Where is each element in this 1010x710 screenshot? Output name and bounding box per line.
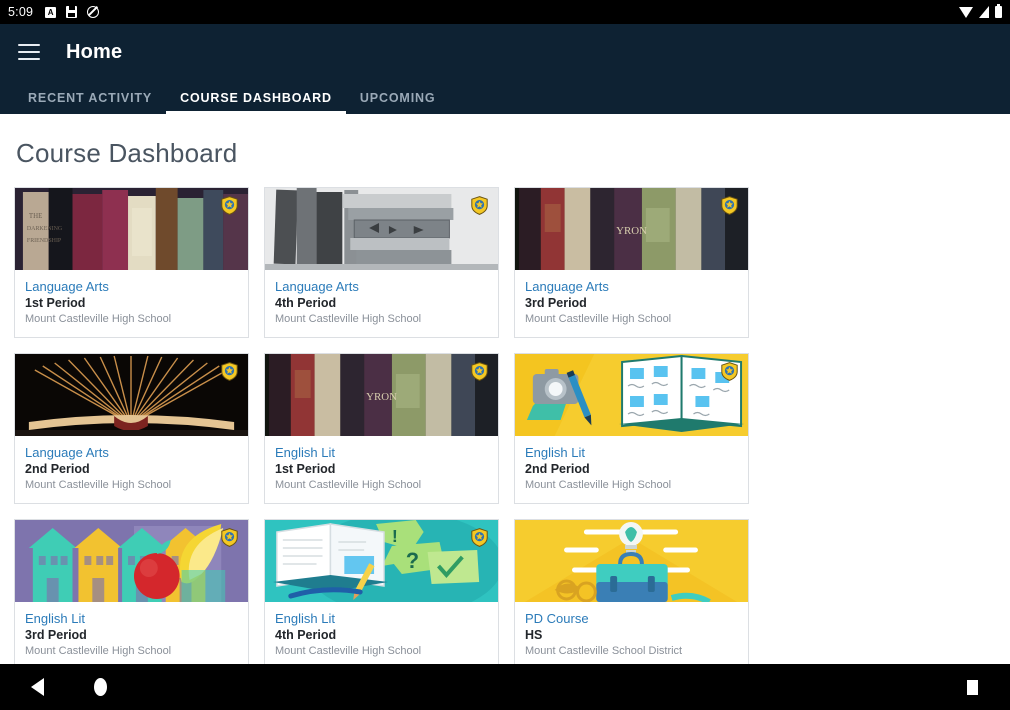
course-card-body: Language Arts 4th Period Mount Castleville… (265, 270, 498, 337)
shield-star-badge-icon (221, 528, 238, 547)
svg-text:!: ! (392, 526, 398, 546)
course-card-school: Mount Castleville High School (525, 479, 672, 491)
course-card-body: Language Arts 1st Period Mount Castleville… (15, 270, 248, 337)
app-notification-icon: A (45, 6, 57, 18)
wifi-icon (959, 6, 973, 18)
course-card-body: English Lit 4th Period Mount Castleville H… (265, 602, 498, 669)
svg-text:FRIENDSHIP: FRIENDSHIP (27, 238, 62, 244)
course-card-thumbnail (515, 520, 748, 602)
course-card-period: 4th Period (275, 628, 337, 642)
shield-star-badge-icon (721, 196, 738, 215)
course-card-title[interactable]: Language Arts (25, 279, 238, 294)
course-card[interactable]: PD Course HS Mount Castleville School Dist… (514, 519, 749, 672)
svg-text:YRON: YRON (616, 225, 647, 237)
app-bar: Home RECENT ACTIVITY COURSE DASHBOARD UP… (0, 24, 1010, 114)
course-card-school: Mount Castleville High School (25, 313, 172, 325)
course-card[interactable]: YRON Language Arts 3rd Period Mount Castle… (514, 187, 749, 338)
course-card-school: Mount Castleville High School (275, 313, 422, 325)
shield-star-badge-icon (471, 362, 488, 381)
app-screen: 5:09 A Home RECENT ACTIVITY COURSE DASHB… (0, 0, 1010, 710)
course-card-title[interactable]: English Lit (25, 611, 238, 626)
hamburger-menu-icon[interactable] (18, 44, 40, 60)
course-card-body: Language Arts 3rd Period Mount Castleville… (515, 270, 748, 337)
course-card-thumbnail (15, 354, 248, 436)
shield-star-badge-icon (471, 196, 488, 215)
course-card-school: Mount Castleville High School (525, 313, 672, 325)
battery-icon (995, 4, 1002, 18)
tab-course-dashboard[interactable]: COURSE DASHBOARD (166, 91, 346, 114)
course-card-grid: THE DARKENING FRIENDSHIP Language Arts 1s… (0, 169, 1010, 672)
course-card[interactable]: THE DARKENING FRIENDSHIP Language Arts 1s… (14, 187, 249, 338)
svg-text:YRON: YRON (366, 391, 397, 403)
course-card-body: English Lit 2nd Period Mount Castleville H… (515, 436, 748, 503)
course-card[interactable]: ! ? English Lit 4th Period Mount Castlev… (264, 519, 499, 672)
course-card-school: Mount Castleville High School (275, 645, 422, 657)
course-card-period: 2nd Period (25, 462, 90, 476)
svg-text:THE: THE (29, 212, 42, 220)
save-icon (66, 6, 78, 18)
status-system-icons (959, 4, 1002, 18)
course-card-period: 2nd Period (525, 462, 590, 476)
page-heading: Course Dashboard (16, 138, 238, 168)
course-card-title[interactable]: Language Arts (275, 279, 488, 294)
course-card-title[interactable]: Language Arts (525, 279, 738, 294)
course-card[interactable]: Language Arts 4th Period Mount Castleville… (264, 187, 499, 338)
course-card-school: Mount Castleville High School (25, 645, 172, 657)
course-card-body: English Lit 3rd Period Mount Castleville H… (15, 602, 248, 669)
shield-star-badge-icon (721, 362, 738, 381)
course-card[interactable]: English Lit 2nd Period Mount Castleville H… (514, 353, 749, 504)
tab-recent-activity[interactable]: RECENT ACTIVITY (14, 91, 166, 114)
tab-bar: RECENT ACTIVITY COURSE DASHBOARD UPCOMIN… (0, 80, 1010, 114)
course-card[interactable]: Language Arts 2nd Period Mount Castleville… (14, 353, 249, 504)
course-card-title[interactable]: English Lit (525, 445, 738, 460)
do-not-disturb-icon (87, 6, 100, 18)
course-card-period: HS (525, 628, 543, 642)
course-card-period: 1st Period (275, 462, 336, 476)
system-navigation-bar (0, 664, 1010, 710)
status-bar: 5:09 A (0, 0, 1010, 24)
course-card-title[interactable]: English Lit (275, 445, 488, 460)
course-card[interactable]: YRON English Lit 1st Period Mount Castlevi… (264, 353, 499, 504)
course-card-school: Mount Castleville High School (25, 479, 172, 491)
course-card-thumbnail (15, 520, 248, 602)
status-clock: 5:09 (8, 5, 34, 19)
course-card-thumbnail: THE DARKENING FRIENDSHIP (15, 188, 248, 270)
course-card-title[interactable]: PD Course (525, 611, 738, 626)
course-card-period: 3rd Period (25, 628, 87, 642)
course-card-body: English Lit 1st Period Mount Castleville H… (265, 436, 498, 503)
course-card-body: PD Course HS Mount Castleville School Dist… (515, 602, 748, 672)
course-card[interactable]: English Lit 3rd Period Mount Castleville H… (14, 519, 249, 672)
course-card-thumbnail (515, 354, 748, 436)
svg-text:?: ? (406, 548, 419, 573)
page-title-home: Home (66, 40, 123, 63)
recent-apps-square-icon[interactable] (967, 679, 978, 695)
course-card-title[interactable]: Language Arts (25, 445, 238, 460)
course-card-body: Language Arts 2nd Period Mount Castleville… (15, 436, 248, 503)
course-card-school: Mount Castleville School District (525, 645, 683, 657)
course-card-period: 4th Period (275, 296, 337, 310)
back-triangle-icon[interactable] (31, 678, 44, 696)
course-card-period: 3rd Period (525, 296, 587, 310)
status-notification-icons: A (45, 6, 100, 18)
course-card-thumbnail: ! ? (265, 520, 498, 602)
course-card-thumbnail: YRON (515, 188, 748, 270)
app-bar-top: Home (0, 24, 1010, 80)
page-content: Course Dashboard THE DARKENING FRIENDSHI… (0, 114, 1010, 672)
course-card-thumbnail (265, 188, 498, 270)
shield-star-badge-icon (221, 196, 238, 215)
shield-star-badge-icon (471, 528, 488, 547)
home-circle-icon[interactable] (94, 678, 107, 696)
tab-upcoming[interactable]: UPCOMING (346, 91, 450, 114)
course-card-school: Mount Castleville High School (275, 479, 422, 491)
course-card-title[interactable]: English Lit (275, 611, 488, 626)
cellular-signal-icon (979, 6, 989, 18)
course-card-thumbnail: YRON (265, 354, 498, 436)
svg-text:DARKENING: DARKENING (27, 226, 63, 232)
shield-star-badge-icon (221, 362, 238, 381)
course-card-period: 1st Period (25, 296, 86, 310)
